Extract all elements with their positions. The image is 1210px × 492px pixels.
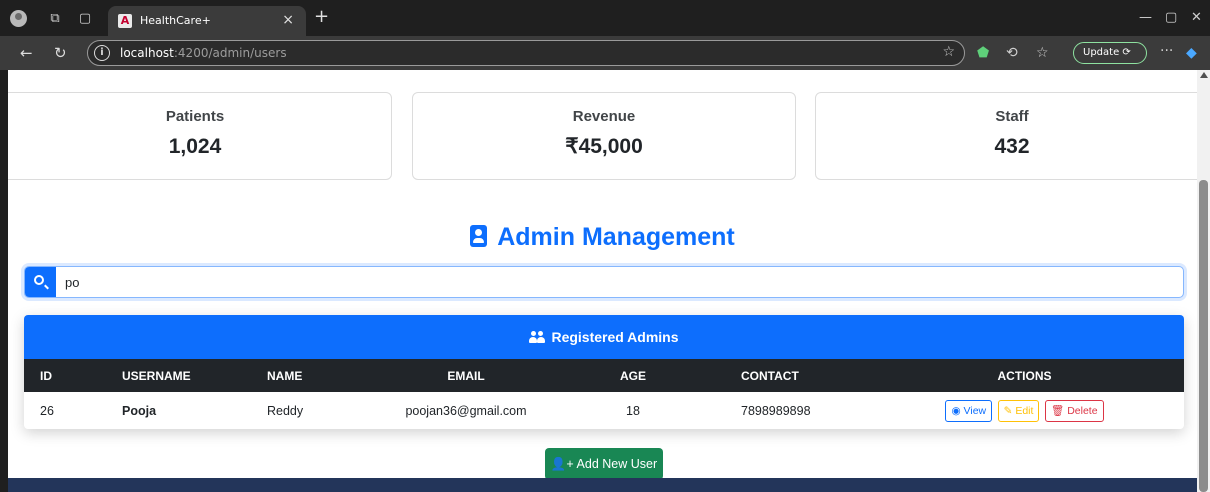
- pencil-icon: ✎: [1003, 404, 1013, 417]
- page-title-text: Admin Management: [497, 223, 735, 251]
- scroll-up-icon[interactable]: [1200, 72, 1208, 78]
- stat-label: Staff: [995, 108, 1029, 125]
- search-bar: [24, 266, 1184, 298]
- search-button[interactable]: [25, 267, 56, 297]
- col-name: NAME: [251, 359, 371, 392]
- scroll-thumb[interactable]: [1199, 180, 1208, 492]
- tab-title: HealthCare+: [140, 14, 211, 27]
- url-field[interactable]: i localhost:4200/admin/users ☆: [87, 40, 965, 66]
- cell-age: 18: [626, 403, 640, 418]
- col-age: AGE: [561, 359, 705, 392]
- trash-icon: 🗑: [1050, 404, 1065, 417]
- page-scrollbar[interactable]: [1197, 70, 1210, 492]
- stat-value: 432: [994, 135, 1030, 158]
- browser-address-bar: ← ↻ i localhost:4200/admin/users ☆ ⬟ ⟲ ☆…: [0, 36, 1210, 70]
- cell-id: 26: [40, 403, 54, 418]
- users-icon: [529, 331, 546, 343]
- cell-username: Pooja: [122, 403, 157, 418]
- url-host: localhost: [120, 46, 174, 60]
- col-username: USERNAME: [106, 359, 251, 392]
- edit-button[interactable]: ✎ Edit: [997, 399, 1040, 422]
- admins-table: ID USERNAME NAME EMAIL AGE CONTACT ACTIO…: [24, 359, 1184, 429]
- table-header: Registered Admins: [24, 315, 1184, 359]
- restore-icon[interactable]: ▢: [1165, 9, 1177, 27]
- cell-email: poojan36@gmail.com: [405, 403, 527, 418]
- site-info-icon[interactable]: i: [94, 45, 110, 61]
- add-user-label: Add New User: [576, 457, 658, 471]
- stat-value: ₹45,000: [565, 135, 643, 158]
- user-plus-icon: 👤+: [550, 457, 574, 471]
- copilot-icon[interactable]: ◆: [1186, 44, 1197, 62]
- update-label: Update: [1083, 47, 1120, 58]
- update-button[interactable]: Update ⟳: [1073, 42, 1147, 64]
- profile-avatar[interactable]: [10, 10, 27, 27]
- col-id: ID: [24, 359, 106, 392]
- workspaces-icon[interactable]: ⧉: [47, 11, 63, 27]
- stat-card-patients: Patients 1,024: [8, 92, 392, 180]
- shield-extension-icon[interactable]: ⬟: [977, 44, 989, 62]
- extensions-icon[interactable]: ⟲: [1006, 44, 1018, 62]
- delete-button[interactable]: 🗑 Delete: [1044, 399, 1104, 422]
- edit-label: Edit: [1015, 404, 1034, 417]
- view-label: View: [963, 404, 987, 417]
- col-actions: ACTIONS: [865, 359, 1184, 392]
- page-footer: [8, 478, 1197, 492]
- minimize-icon[interactable]: —: [1139, 9, 1152, 27]
- refresh-icon[interactable]: ↻: [54, 44, 67, 62]
- stat-label: Revenue: [572, 108, 636, 125]
- stat-label: Patients: [165, 108, 225, 125]
- search-icon: [34, 275, 44, 285]
- tab-close-icon[interactable]: ×: [282, 12, 294, 28]
- stat-value: 1,024: [168, 135, 222, 158]
- angular-favicon-icon: A: [118, 14, 132, 28]
- col-contact: CONTACT: [705, 359, 865, 392]
- view-button[interactable]: ◉ View: [945, 399, 993, 422]
- url-text: localhost:4200/admin/users: [120, 46, 287, 61]
- col-email: EMAIL: [371, 359, 561, 392]
- stat-card-staff: Staff 432: [815, 92, 1197, 180]
- add-user-button[interactable]: 👤+ Add New User: [545, 448, 663, 480]
- tab-actions-icon[interactable]: ▢: [77, 11, 93, 27]
- search-input[interactable]: [65, 267, 1175, 297]
- favorite-star-icon[interactable]: ☆: [942, 44, 955, 60]
- cell-name: Reddy: [267, 403, 304, 418]
- page-viewport: Patients 1,024 Revenue ₹45,000 Staff 432…: [8, 70, 1197, 492]
- stat-card-revenue: Revenue ₹45,000: [412, 92, 796, 180]
- table-head-row: ID USERNAME NAME EMAIL AGE CONTACT ACTIO…: [24, 359, 1184, 392]
- close-window-icon[interactable]: ✕: [1191, 9, 1202, 27]
- browser-tab-healthcare[interactable]: A HealthCare+ ×: [108, 6, 306, 36]
- url-path: :4200/admin/users: [173, 46, 287, 60]
- new-tab-icon[interactable]: +: [314, 8, 329, 26]
- admins-table-card: Registered Admins ID USERNAME NAME EMAIL…: [24, 315, 1184, 429]
- table-title: Registered Admins: [551, 329, 679, 345]
- cell-contact: 7898989898: [741, 403, 811, 418]
- page-title: Admin Management: [8, 220, 1197, 254]
- table-row: 26 Pooja Reddy poojan36@gmail.com 18 789…: [24, 392, 1184, 429]
- more-menu-icon[interactable]: ···: [1160, 42, 1173, 60]
- id-badge-icon: [470, 225, 488, 247]
- cell-actions: ◉ View ✎ Edit 🗑 Delete: [865, 392, 1184, 429]
- favorites-icon[interactable]: ☆: [1036, 44, 1049, 62]
- update-icon: ⟳: [1122, 47, 1131, 58]
- back-icon[interactable]: ←: [20, 44, 33, 62]
- delete-label: Delete: [1067, 404, 1098, 417]
- browser-tab-bar: ⧉ ▢ A HealthCare+ × + — ▢ ✕: [0, 0, 1210, 36]
- eye-icon: ◉: [951, 404, 961, 417]
